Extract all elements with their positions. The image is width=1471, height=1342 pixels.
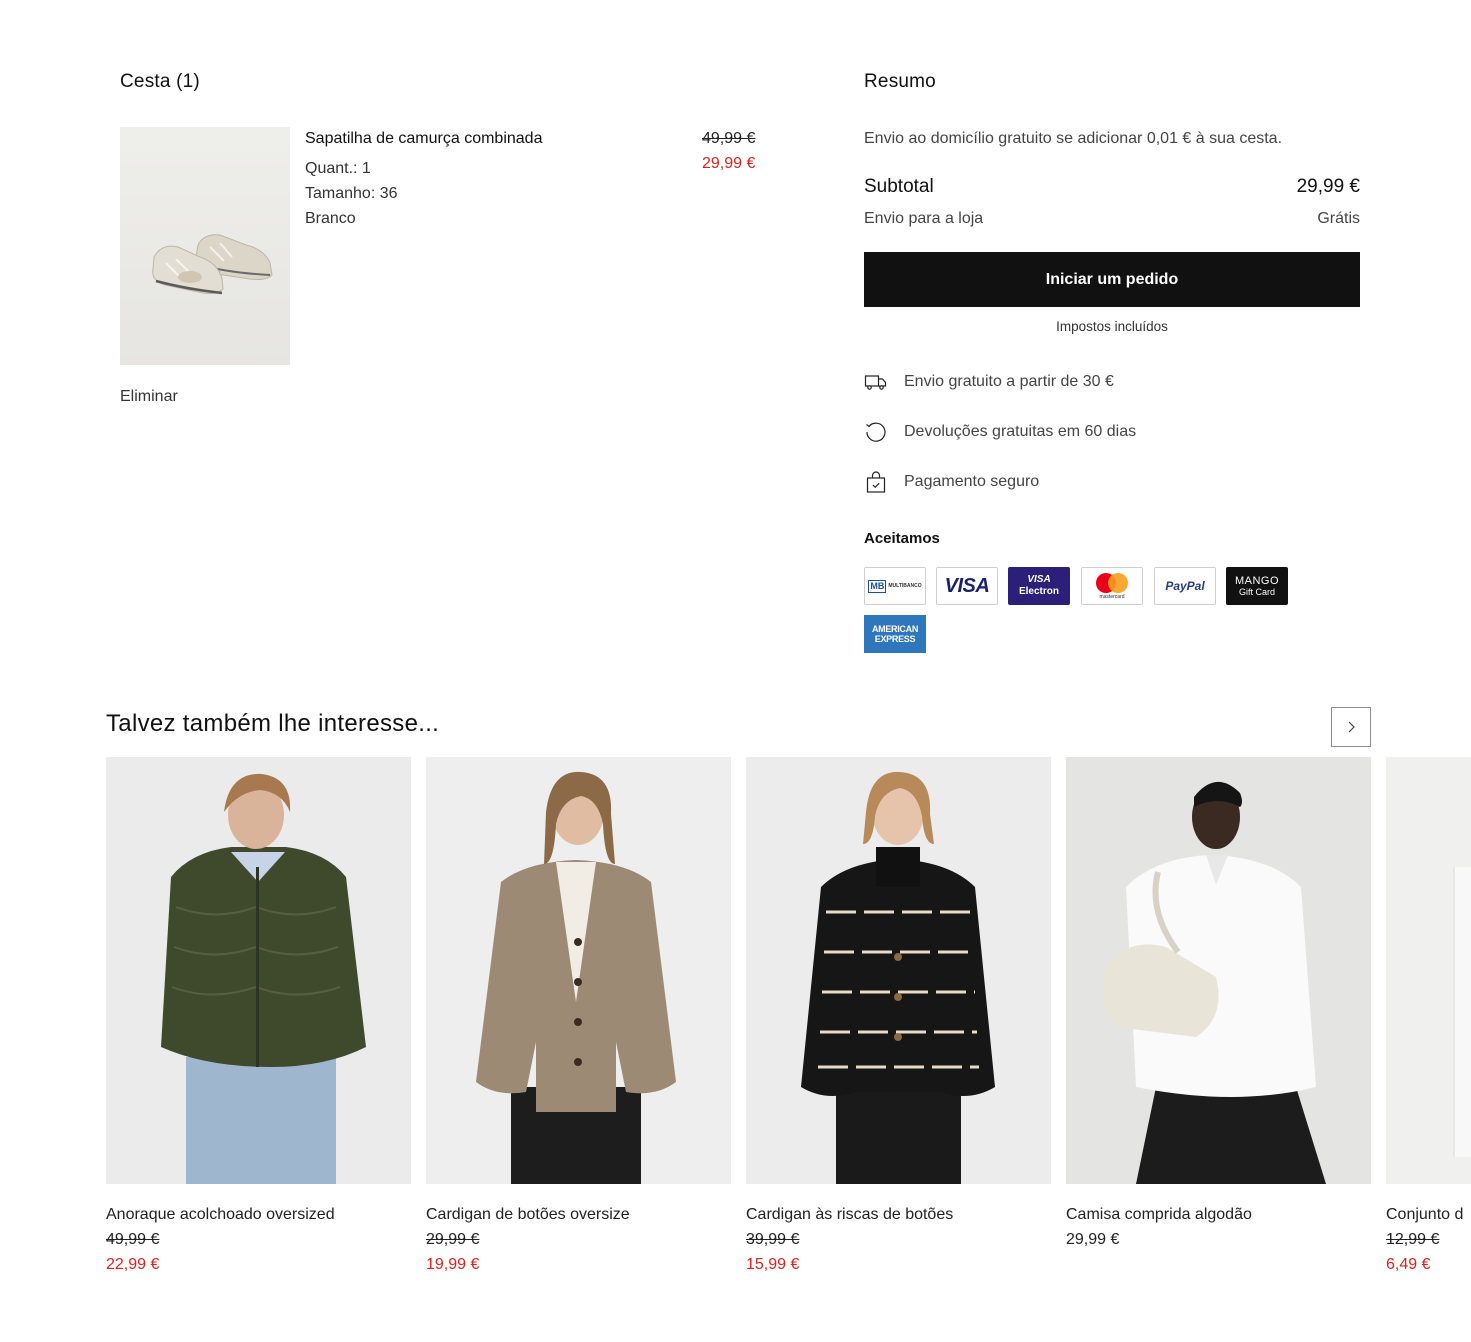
product-name[interactable]: Anoraque acolchoado oversized	[106, 1206, 335, 1224]
product-sale-price: 15,99 €	[746, 1256, 800, 1273]
basket-item-name[interactable]: Sapatilha de camurça combinada	[305, 130, 542, 148]
product-image[interactable]	[426, 757, 731, 1184]
taxes-note: Impostos incluídos	[1056, 319, 1168, 334]
product-old-price: 39,99 €	[746, 1231, 800, 1248]
product-image[interactable]	[1386, 757, 1471, 1184]
product-name[interactable]: Camisa comprida algodão	[1066, 1206, 1252, 1224]
product-sale-price: 22,99 €	[106, 1256, 160, 1273]
product-image[interactable]	[1066, 757, 1371, 1184]
product-name[interactable]: Conjunto d	[1386, 1206, 1463, 1224]
summary-title: Resumo	[864, 71, 936, 92]
shipping-label: Envio para a loja	[864, 210, 984, 227]
recommendations-title: Talvez também lhe interesse...	[106, 710, 440, 737]
basket-title: Cesta (1)	[120, 71, 200, 92]
amex-logo: AMERICAN EXPRESS	[864, 615, 926, 653]
benefit-secure-payment: Pagamento seguro	[904, 473, 1040, 490]
sneaker-image	[152, 234, 273, 295]
basket-item-image[interactable]	[120, 127, 290, 365]
return-icon	[864, 420, 888, 444]
basket-item-quantity: Quant.: 1	[305, 160, 371, 177]
truck-icon	[864, 370, 888, 394]
subtotal-label: Subtotal	[864, 176, 934, 197]
basket-item-sale-price: 29,99 €	[702, 155, 756, 172]
subtotal-value: 29,99 €	[1296, 176, 1360, 197]
product-price: 29,99 €	[1066, 1231, 1120, 1248]
product-image[interactable]	[106, 757, 411, 1184]
product-sale-price: 19,99 €	[426, 1256, 480, 1273]
secure-bag-icon	[864, 470, 888, 494]
product-name[interactable]: Cardigan de botões oversize	[426, 1206, 630, 1224]
paypal-logo: PayPal	[1154, 567, 1216, 605]
free-shipping-note: Envio ao domicílio gratuito se adicionar…	[864, 130, 1283, 147]
product-sale-price: 6,49 €	[1386, 1256, 1431, 1273]
product-old-price: 49,99 €	[106, 1231, 160, 1248]
chevron-right-icon	[1348, 721, 1355, 733]
shipping-value: Grátis	[1317, 210, 1360, 227]
mastercard-logo: mastercard	[1081, 567, 1143, 605]
product-old-price: 12,99 €	[1386, 1231, 1440, 1248]
product-name[interactable]: Cardigan às riscas de botões	[746, 1206, 953, 1224]
remove-item-link[interactable]: Eliminar	[120, 388, 178, 406]
mango-gift-card-logo: MANGO Gift Card	[1226, 567, 1288, 605]
visa-electron-logo: VISA Electron	[1008, 567, 1070, 605]
basket-item-old-price: 49,99 €	[702, 130, 756, 147]
carousel-next-button[interactable]	[1331, 707, 1371, 747]
visa-logo: VISA	[936, 567, 998, 605]
multibanco-logo: MB MULTIBANCO	[864, 567, 926, 605]
product-old-price: 29,99 €	[426, 1231, 480, 1248]
benefit-free-shipping: Envio gratuito a partir de 30 €	[904, 373, 1114, 390]
basket-item-color: Branco	[305, 210, 356, 227]
benefit-free-returns: Devoluções gratuitas em 60 dias	[904, 423, 1137, 440]
accepted-payments-title: Aceitamos	[864, 530, 940, 547]
product-image[interactable]	[746, 757, 1051, 1184]
basket-item-size: Tamanho: 36	[305, 185, 398, 202]
checkout-button[interactable]: Iniciar um pedido	[864, 252, 1360, 307]
